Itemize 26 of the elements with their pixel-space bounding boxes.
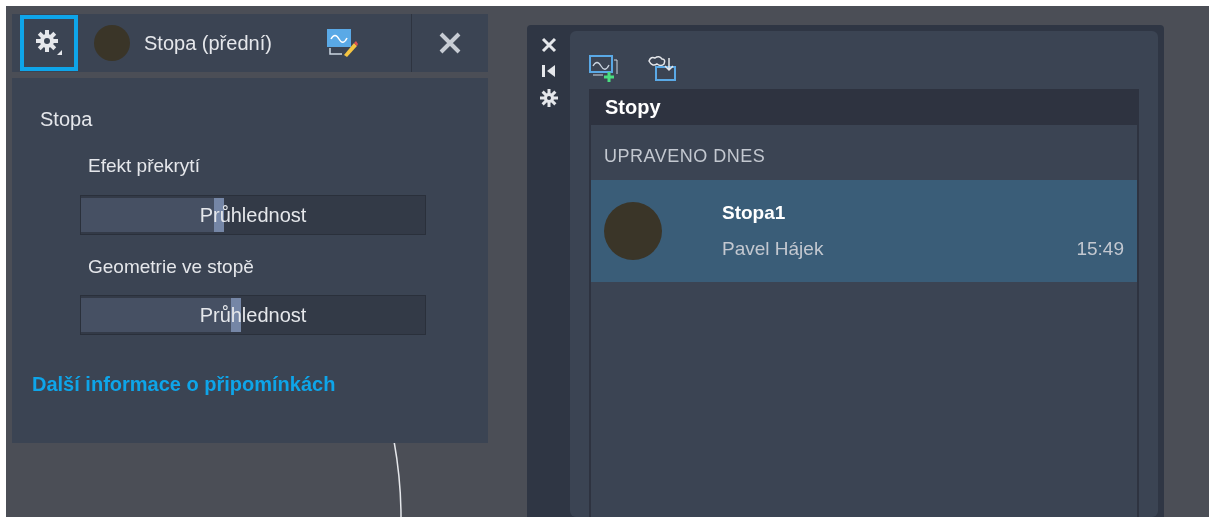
avatar (94, 25, 130, 61)
import-trace-icon[interactable] (647, 55, 677, 81)
trace-name: Stopa1 (722, 200, 787, 225)
settings-icon (35, 29, 63, 57)
slider-label: Efekt překrytí (88, 154, 201, 178)
list-title: Stopy (605, 95, 661, 120)
collapse-icon[interactable] (541, 63, 556, 79)
panel-title: Stopa (přední) (144, 31, 273, 56)
slider-label: Geometrie ve stopě (88, 254, 255, 279)
slider-value: Průhlednost (199, 303, 307, 328)
slider-track[interactable]: Průhlednost (80, 295, 426, 335)
trace-author: Pavel Hájek (722, 237, 824, 261)
trace-time: 15:49 (1076, 237, 1124, 261)
slider-value: Průhlednost (199, 202, 307, 228)
edit-trace-icon[interactable] (326, 28, 358, 58)
avatar (604, 202, 662, 260)
trace-item[interactable]: Stopa1 Pavel Hájek 15:49 (591, 180, 1137, 282)
settings-button[interactable] (20, 15, 78, 71)
group-label: UPRAVENO DNES (603, 145, 767, 168)
help-link[interactable]: Další informace o připomínkách (32, 369, 488, 399)
close-icon[interactable] (540, 37, 557, 53)
slider-track[interactable]: Průhlednost (80, 194, 426, 235)
section-heading: Stopa (40, 107, 94, 132)
settings-icon[interactable] (539, 89, 558, 107)
new-trace-icon[interactable] (589, 55, 621, 83)
close-icon (438, 31, 462, 55)
